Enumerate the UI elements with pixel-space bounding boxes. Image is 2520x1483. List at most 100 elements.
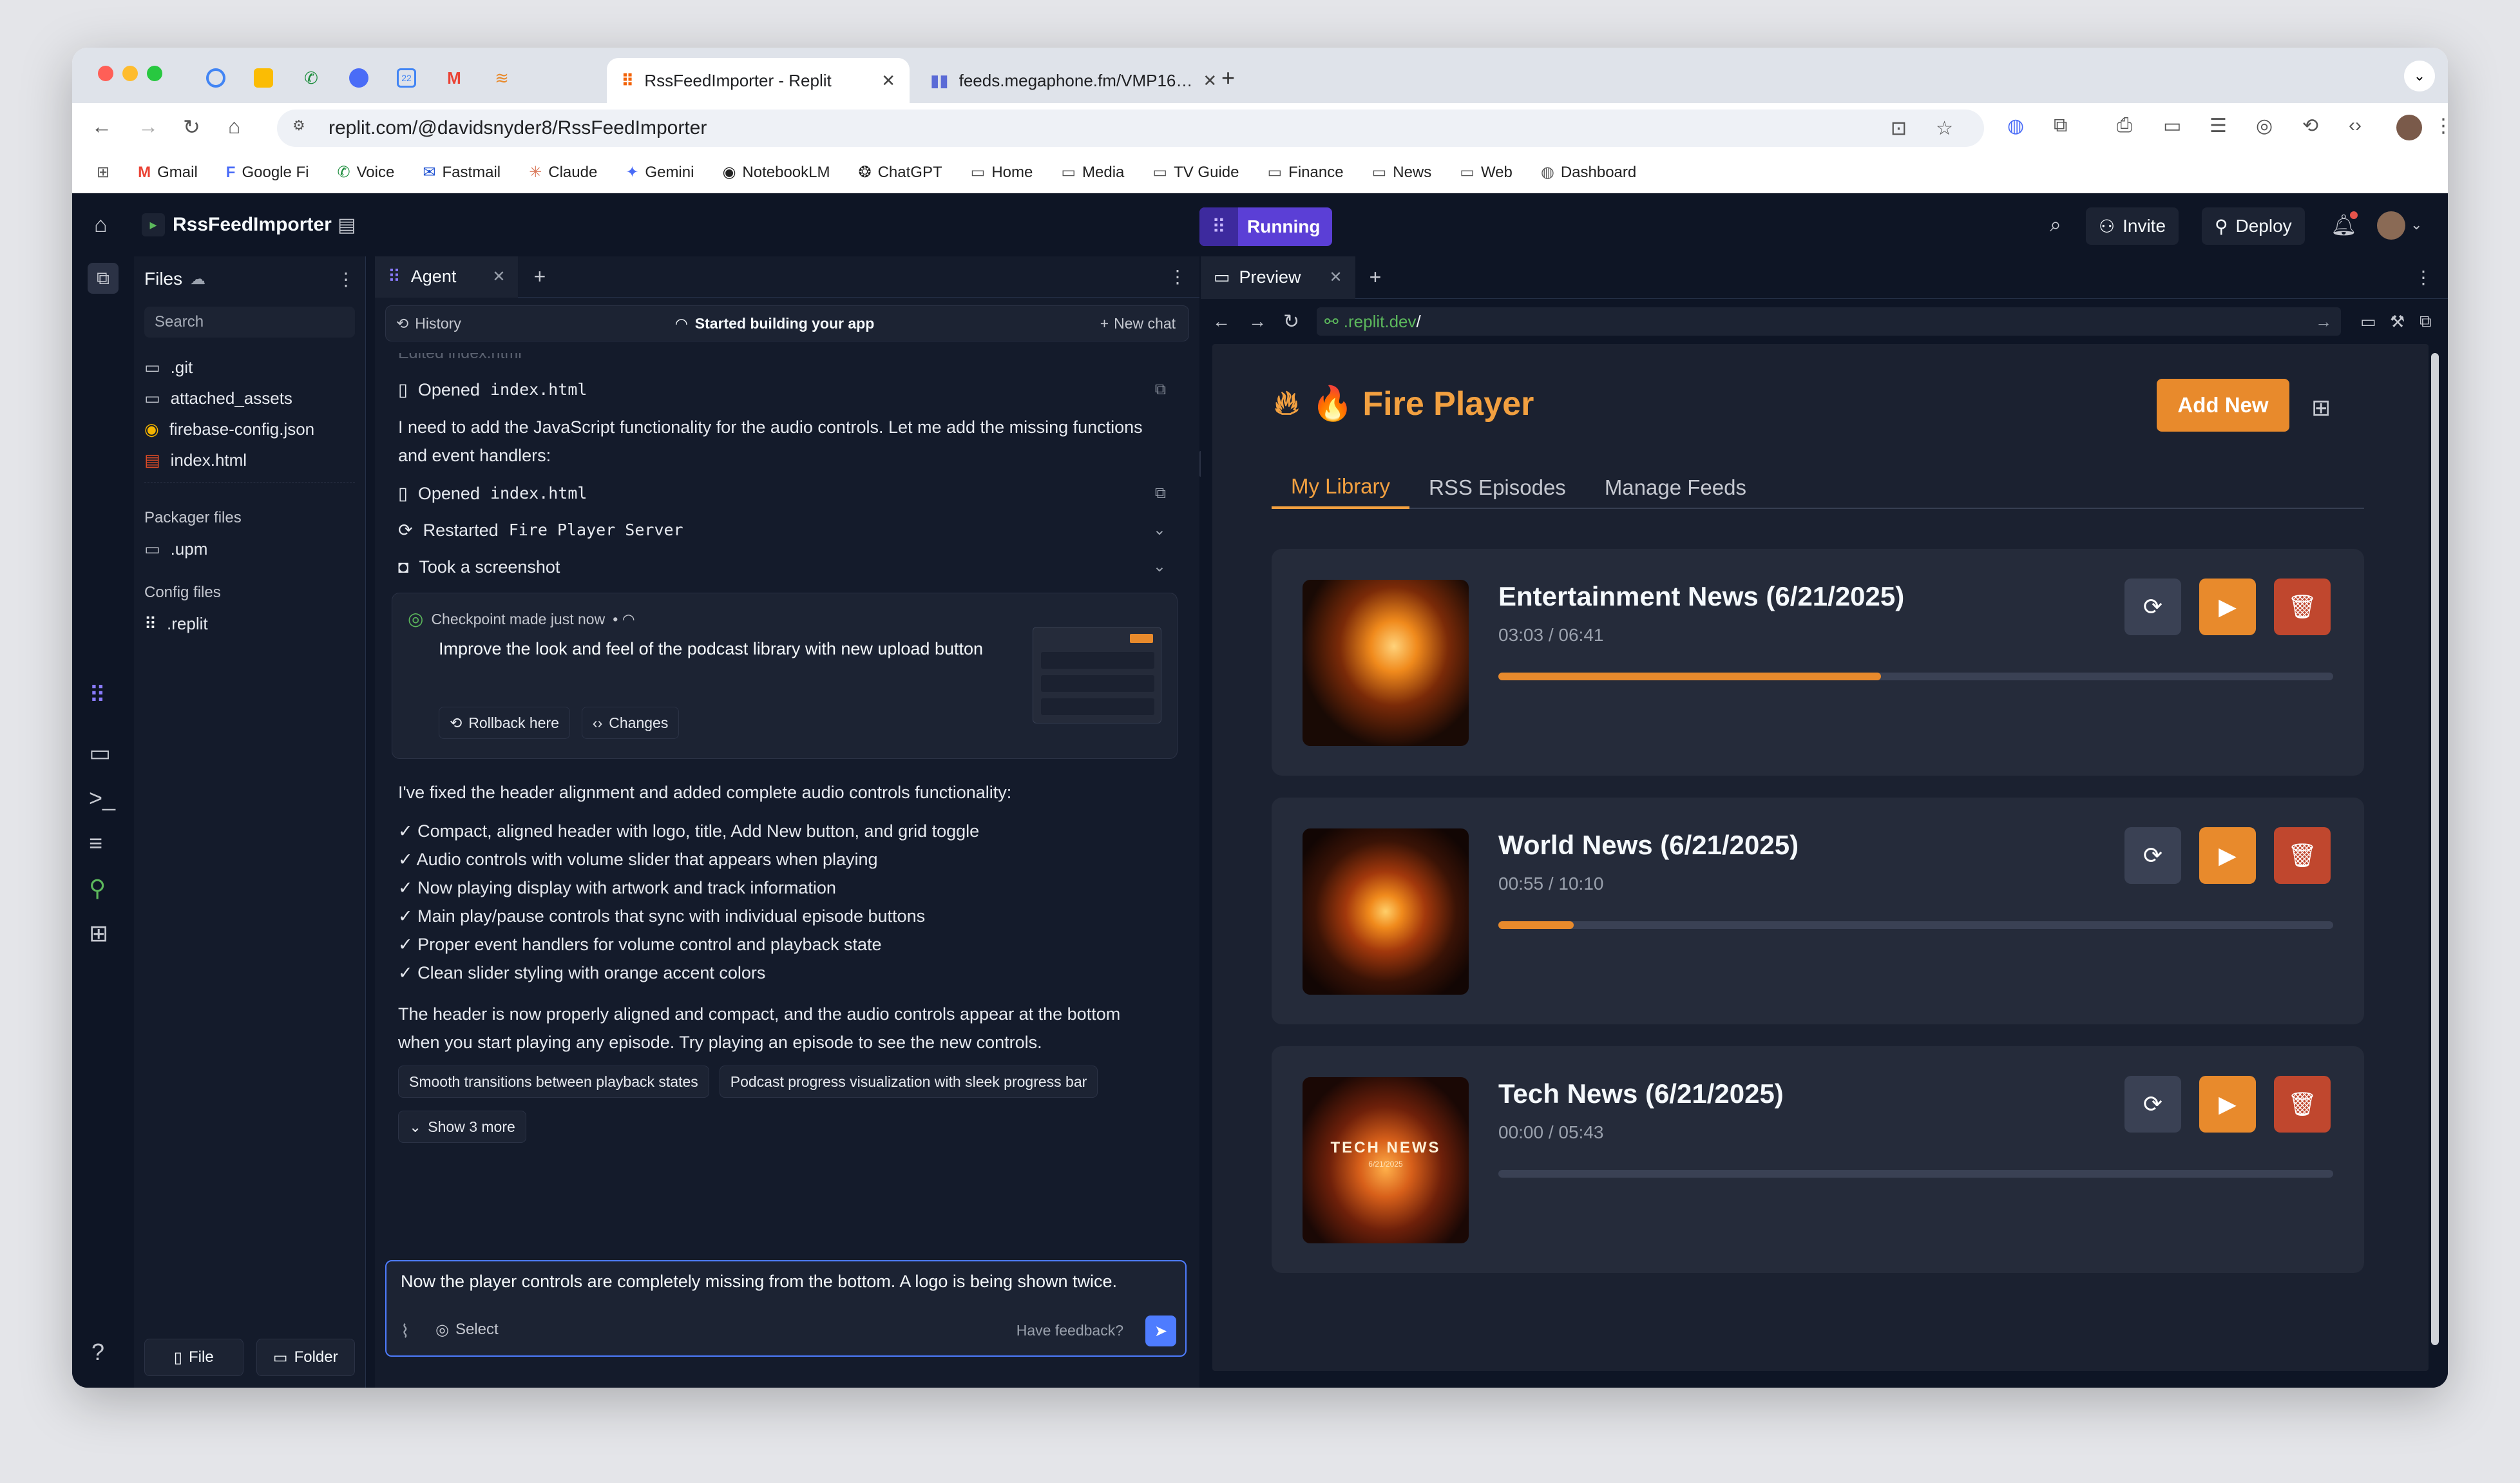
checkpoint-thumbnail[interactable]: [1033, 627, 1161, 723]
open-file-icon[interactable]: ⧉: [1155, 479, 1166, 508]
play-episode-button[interactable]: ▶: [2199, 1076, 2256, 1133]
pinned-tab-gmail-icon[interactable]: M: [432, 58, 477, 98]
pinned-tab-voice-icon[interactable]: ✆: [289, 58, 334, 98]
device-icon[interactable]: ▭: [2360, 312, 2376, 332]
address-bar[interactable]: ⚙ replit.com/@davidsnyder8/RssFeedImport…: [277, 110, 1984, 147]
files-tool-icon[interactable]: ⧉: [88, 263, 119, 294]
bookmark-claude[interactable]: ✳ Claude: [529, 163, 597, 182]
bookmark-media[interactable]: ▭ Media: [1061, 163, 1124, 182]
user-avatar[interactable]: [2377, 211, 2405, 240]
install-app-icon[interactable]: ⊡: [1891, 117, 1907, 140]
close-window-button[interactable]: [98, 66, 113, 81]
reload-episode-button[interactable]: ⟳: [2124, 1076, 2181, 1133]
reader-mode-icon[interactable]: ☰: [2210, 115, 2227, 137]
go-arrow-icon[interactable]: →: [2315, 312, 2332, 332]
site-settings-icon[interactable]: ⚙: [292, 117, 314, 139]
apps-grid-icon[interactable]: ⊞: [97, 163, 110, 182]
pane-menu-kebab-icon[interactable]: ⋮: [2414, 267, 2432, 288]
devtools-icon[interactable]: ‹›: [2349, 115, 2362, 137]
episode-progress-track[interactable]: [1498, 1170, 2333, 1178]
add-new-button[interactable]: Add New: [2157, 379, 2289, 432]
preview-tool-icon[interactable]: ▭: [89, 740, 111, 767]
search-icon[interactable]: ⌕: [2050, 213, 2061, 237]
bookmark-web[interactable]: ▭ Web: [1460, 163, 1513, 182]
history-icon[interactable]: ⟲: [2302, 115, 2318, 137]
new-tab-button[interactable]: +: [1221, 64, 1235, 91]
tab-preview[interactable]: ▭ Preview ✕: [1201, 256, 1355, 299]
cast-icon[interactable]: ▭: [2163, 115, 2181, 137]
delete-episode-button[interactable]: 🗑︎: [2274, 1076, 2331, 1133]
open-file-icon[interactable]: ⧉: [1155, 376, 1166, 404]
file-tree-item[interactable]: ◉ firebase-config.json: [134, 414, 365, 445]
activity-opened-file[interactable]: ▯ Opened index.html ⧉: [385, 475, 1184, 512]
run-status-button[interactable]: ⠿ Running: [1199, 207, 1332, 246]
tab-megaphone[interactable]: ▮▮ feeds.megaphone.fm/VMP16… ✕: [916, 58, 1217, 103]
play-episode-button[interactable]: ▶: [2199, 827, 2256, 884]
files-search-input[interactable]: Search: [144, 307, 355, 338]
delete-episode-button[interactable]: 🗑︎: [2274, 827, 2331, 884]
select-element-button[interactable]: ◎ Select: [435, 1321, 499, 1339]
open-external-icon[interactable]: ⧉: [2420, 311, 2432, 332]
bookmark-google-fi[interactable]: F Google Fi: [226, 164, 309, 182]
project-info-icon[interactable]: ▤: [338, 214, 356, 236]
close-tab-icon[interactable]: ✕: [492, 267, 505, 286]
agent-tool-icon[interactable]: ⠿: [89, 682, 106, 709]
bookmark-news[interactable]: ▭ News: [1372, 163, 1432, 182]
home-icon[interactable]: ⌂: [228, 115, 240, 139]
deployments-tool-icon[interactable]: ⚲: [89, 875, 106, 902]
file-tree-item[interactable]: ▭ .upm: [134, 533, 365, 564]
bookmark-star-icon[interactable]: ☆: [1936, 117, 1953, 140]
project-name[interactable]: RssFeedImporter: [173, 214, 332, 236]
pinned-tab-task-icon[interactable]: [193, 58, 238, 98]
changes-button[interactable]: ‹› Changes: [581, 707, 680, 739]
tab-rss-episodes[interactable]: RSS Episodes: [1409, 466, 1585, 509]
avatar-chevron-down-icon[interactable]: ⌄: [2410, 216, 2422, 233]
add-tab-button[interactable]: +: [1370, 265, 1382, 289]
rollback-button[interactable]: ⟲ Rollback here: [439, 707, 570, 739]
reload-episode-button[interactable]: ⟳: [2124, 579, 2181, 635]
pinned-tab-stack-icon[interactable]: ≋: [479, 58, 524, 98]
activity-opened-file[interactable]: ▯ Opened index.html ⧉: [385, 371, 1184, 408]
reload-episode-button[interactable]: ⟳: [2124, 827, 2181, 884]
new-file-button[interactable]: ▯ File: [144, 1339, 243, 1376]
bookmark-chatgpt[interactable]: ❂ ChatGPT: [858, 163, 942, 182]
tab-search-chevron-icon[interactable]: ⌄: [2404, 61, 2435, 91]
preview-reload-icon[interactable]: ↻: [1283, 311, 1299, 333]
agent-input[interactable]: Now the player controls are completely m…: [385, 1260, 1187, 1357]
file-tree-item[interactable]: ▭ .git: [134, 352, 365, 383]
suggestion-chip[interactable]: Podcast progress visualization with slee…: [719, 1066, 1098, 1098]
bookmark-tv-guide[interactable]: ▭ TV Guide: [1152, 163, 1239, 182]
help-icon[interactable]: ?: [91, 1339, 104, 1366]
delete-episode-button[interactable]: 🗑︎: [2274, 579, 2331, 635]
pinned-tab-calendar-icon[interactable]: 22: [384, 58, 429, 98]
feedback-link[interactable]: Have feedback?: [1017, 1322, 1123, 1339]
back-arrow-icon[interactable]: ←: [91, 115, 112, 139]
episode-progress-track[interactable]: [1498, 921, 2333, 929]
bookmark-voice[interactable]: ✆ Voice: [338, 163, 395, 182]
invite-button[interactable]: ⚇ Invite: [2086, 207, 2179, 245]
forward-arrow-icon[interactable]: →: [138, 115, 158, 139]
tab-manage-feeds[interactable]: Manage Feeds: [1585, 466, 1766, 509]
extensions-icon[interactable]: ⧉: [2054, 115, 2067, 137]
bookmark-finance[interactable]: ▭ Finance: [1267, 163, 1343, 182]
pinned-tab-keep-icon[interactable]: [241, 58, 286, 98]
bookmark-notebooklm[interactable]: ◉ NotebookLM: [722, 163, 830, 182]
close-tab-icon[interactable]: ✕: [1330, 268, 1342, 287]
send-button[interactable]: ➤: [1145, 1316, 1176, 1346]
activity-restarted-server[interactable]: ⟳ Restarted Fire Player Server ⌄: [385, 512, 1184, 548]
file-tree-item[interactable]: ▭ attached_assets: [134, 383, 365, 414]
preview-url-input[interactable]: ⚯ .replit.dev / →: [1317, 307, 2341, 336]
file-tree-item[interactable]: ⠿ .replit: [134, 608, 365, 639]
password-manager-icon[interactable]: ◍: [2007, 115, 2024, 137]
preview-scrollbar[interactable]: [2431, 353, 2439, 1345]
preview-back-icon[interactable]: ←: [1212, 311, 1230, 332]
attach-paperclip-icon[interactable]: ⌇: [401, 1321, 410, 1342]
chevron-down-icon[interactable]: ⌄: [1153, 553, 1166, 581]
file-tree-item[interactable]: ▤ index.html: [134, 445, 365, 475]
devtools-wrench-icon[interactable]: ⚒: [2390, 312, 2405, 332]
reload-icon[interactable]: ↻: [183, 115, 200, 139]
new-folder-button[interactable]: ▭ Folder: [256, 1339, 355, 1376]
bookmark-gmail[interactable]: M Gmail: [138, 164, 198, 182]
menu-kebab-icon[interactable]: ⋮: [2434, 115, 2448, 137]
play-episode-button[interactable]: ▶: [2199, 579, 2256, 635]
